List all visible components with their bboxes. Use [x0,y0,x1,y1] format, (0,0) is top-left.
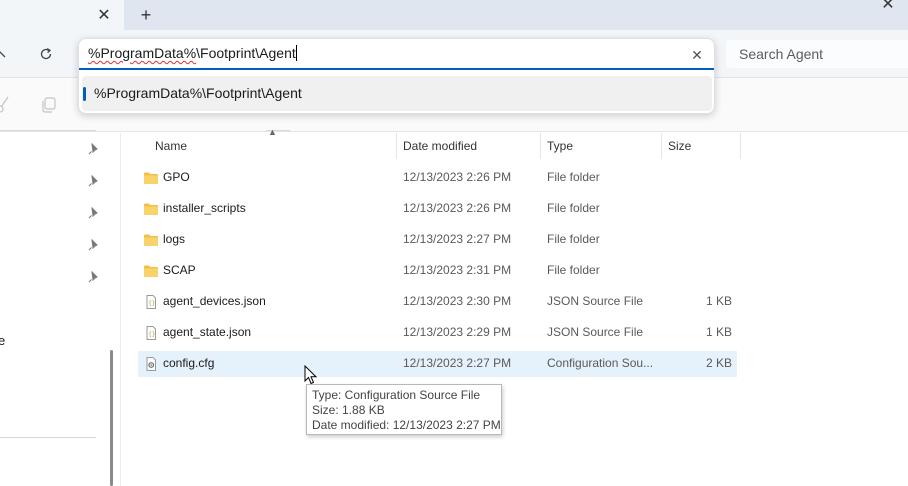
pin-icon[interactable] [88,142,102,157]
folder-icon [143,201,159,217]
pin-icon[interactable] [88,174,102,189]
column-header-type[interactable]: Type [547,139,573,153]
column-separator[interactable] [540,133,541,159]
search-box[interactable] [726,40,908,68]
file-type: JSON Source File [547,325,644,339]
copy-icon[interactable] [40,96,58,114]
address-suggestion[interactable]: %ProgramData%\Footprint\Agent [82,76,712,111]
json-file-icon: {} [143,294,159,310]
pin-icon[interactable] [88,270,102,285]
column-separator[interactable] [396,133,397,159]
tooltip-date: Date modified: 12/13/2023 2:27 PM [312,418,501,432]
nav-scrollbar[interactable] [110,350,113,486]
file-row[interactable]: logs 12/13/2023 2:27 PM File folder [138,227,737,253]
file-size: 2 KB [705,356,732,370]
sort-ascending-icon: ▲ [268,127,277,137]
file-type: File folder [547,201,600,215]
file-date: 12/13/2023 2:31 PM [403,263,512,277]
refresh-icon[interactable] [36,44,56,64]
tooltip-size: Size: 1.88 KB [312,403,385,417]
search-input[interactable] [726,40,908,68]
suggestion-text: %ProgramData%\Footprint\Agent [94,85,302,101]
file-name: agent_devices.json [163,294,266,308]
file-date: 12/13/2023 2:30 PM [403,294,512,308]
tab-active[interactable]: ✕ [0,0,124,30]
address-misspelled-segment: %ProgramData% [88,45,197,61]
file-tooltip: Type: Configuration Source File Size: 1.… [306,384,502,435]
nav-item-partial[interactable]: e [0,333,5,348]
folder-icon [143,170,159,186]
column-header-name[interactable]: Name [155,139,187,153]
file-type: JSON Source File [547,294,644,308]
address-input[interactable]: %ProgramData%\Footprint\Agent ✕ [79,39,714,70]
pin-icon[interactable] [88,238,102,253]
file-size: 1 KB [705,325,732,339]
column-headers: ▲ Name Date modified Type Size [140,127,741,159]
file-type: Configuration Sou... [547,356,654,370]
window-close-icon[interactable]: ✕ [876,0,900,14]
json-file-icon: {} [143,325,159,341]
tab-bar: ✕ + ✕ [0,0,908,30]
new-tab-icon[interactable]: + [136,5,156,25]
address-input-text[interactable]: %ProgramData%\Footprint\Agent [88,45,297,61]
navigation-pane [0,133,106,486]
column-separator[interactable] [740,133,741,159]
file-type: File folder [547,263,600,277]
nav-divider [0,437,96,438]
file-date: 12/13/2023 2:26 PM [403,201,512,215]
column-header-date[interactable]: Date modified [403,139,477,153]
address-bar-popup: %ProgramData%\Footprint\Agent ✕ %Program… [78,38,715,114]
tooltip-type: Type: Configuration Source File [312,388,481,402]
file-name: installer_scripts [163,201,246,215]
file-name: agent_state.json [163,325,252,339]
svg-text:{}: {} [148,331,155,338]
file-row[interactable]: installer_scripts 12/13/2023 2:26 PM Fil… [138,196,737,222]
file-row-selected[interactable]: config.cfg 12/13/2023 2:27 PM Configurat… [138,351,737,377]
cut-icon[interactable] [0,96,10,114]
pane-splitter[interactable] [120,133,121,486]
file-name: logs [163,232,186,246]
clear-address-icon[interactable]: ✕ [687,45,707,65]
file-date: 12/13/2023 2:27 PM [403,232,512,246]
file-row[interactable]: {} agent_state.json 12/13/2023 2:29 PM J… [138,320,737,346]
tab-close-icon[interactable]: ✕ [94,5,114,25]
file-date: 12/13/2023 2:27 PM [403,356,512,370]
file-name: SCAP [163,263,196,277]
up-arrow-icon[interactable] [0,44,10,64]
file-row[interactable]: GPO 12/13/2023 2:26 PM File folder [138,165,737,191]
file-name: config.cfg [163,356,215,370]
svg-text:{}: {} [148,300,155,307]
suggestion-accent [83,87,86,101]
file-type: File folder [547,232,600,246]
pin-icon[interactable] [88,206,102,221]
file-row[interactable]: {} agent_devices.json 12/13/2023 2:30 PM… [138,289,737,315]
file-size: 1 KB [705,294,732,308]
file-name: GPO [163,170,190,184]
file-row[interactable]: SCAP 12/13/2023 2:31 PM File folder [138,258,737,284]
folder-icon [143,263,159,279]
command-divider [0,130,96,131]
file-type: File folder [547,170,600,184]
config-file-icon [143,356,159,372]
file-date: 12/13/2023 2:26 PM [403,170,512,184]
column-header-size[interactable]: Size [668,139,691,153]
folder-icon [143,232,159,248]
file-date: 12/13/2023 2:29 PM [403,325,512,339]
text-caret [295,45,297,61]
column-separator[interactable] [661,133,662,159]
address-path-segment: \Footprint\Agent [196,45,296,61]
